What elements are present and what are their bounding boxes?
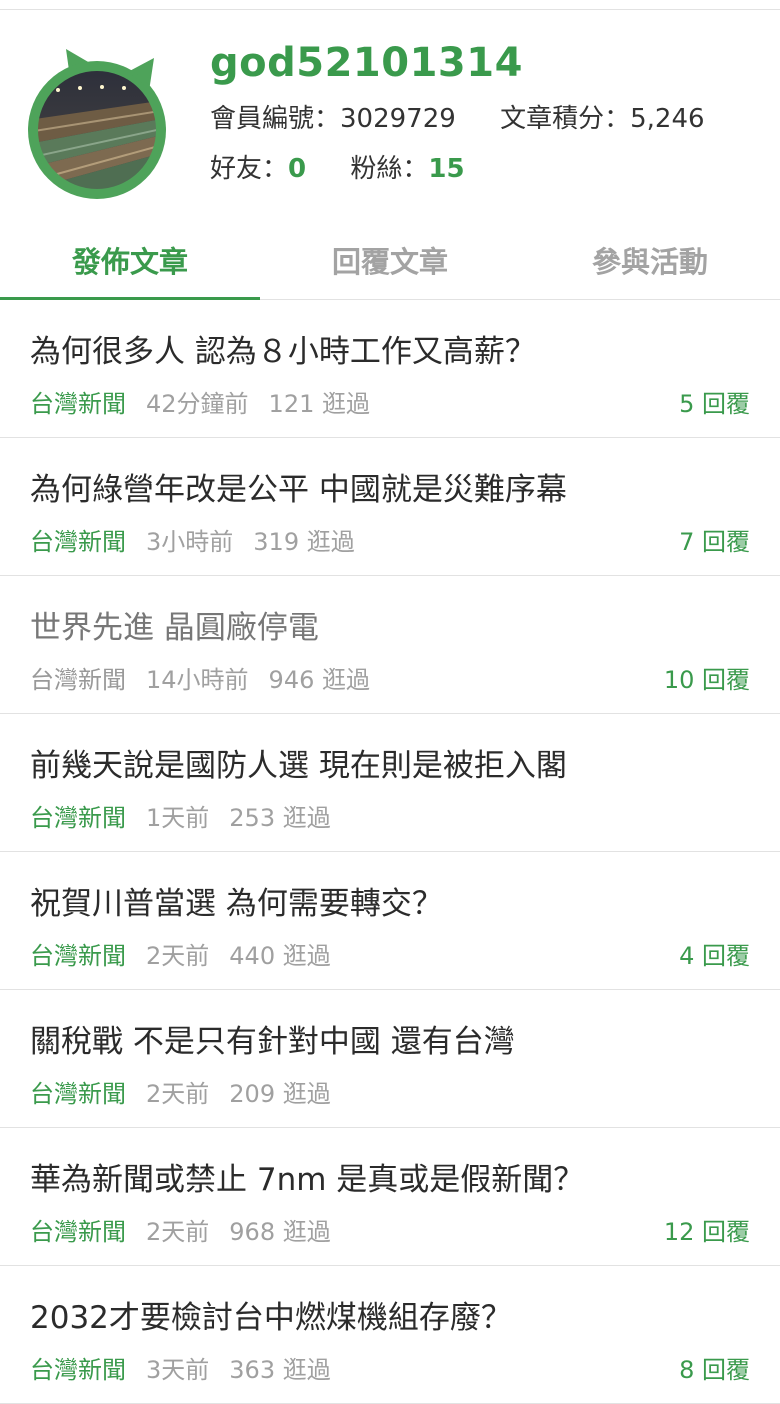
post-views: 121 逛過 bbox=[268, 390, 370, 418]
post-board[interactable]: 台灣新聞 bbox=[30, 1218, 126, 1246]
fans-stat[interactable]: 粉絲：15 bbox=[350, 148, 464, 185]
list-item[interactable]: 祝賀川普當選 為何需要轉交？ 台灣新聞 2天前 440 逛過 4 回覆 bbox=[0, 852, 780, 990]
tab-replied-posts[interactable]: 回覆文章 bbox=[260, 220, 520, 299]
tab-joined-events[interactable]: 參與活動 bbox=[520, 220, 780, 299]
profile-header: god52101314 會員編號：3029729 文章積分：5,246 好友：0… bbox=[0, 10, 780, 215]
list-item[interactable]: 華為新聞或禁止 7nm 是真或是假新聞？ 台灣新聞 2天前 968 逛過 12 回覆 bbox=[0, 1128, 780, 1266]
post-board[interactable]: 台灣新聞 bbox=[30, 1356, 126, 1384]
post-time: 42分鐘前 bbox=[146, 390, 249, 418]
avatar[interactable] bbox=[28, 40, 166, 200]
post-time: 2天前 bbox=[146, 942, 210, 970]
post-board[interactable]: 台灣新聞 bbox=[30, 942, 126, 970]
list-item[interactable]: 世界先進 晶圓廠停電 台灣新聞 14小時前 946 逛過 10 回覆 bbox=[0, 576, 780, 714]
post-meta: 台灣新聞 3小時前 319 逛過 bbox=[30, 522, 375, 557]
fans-label: 粉絲： bbox=[350, 154, 429, 184]
post-views: 440 逛過 bbox=[229, 942, 331, 970]
post-time: 2天前 bbox=[146, 1080, 210, 1108]
post-board[interactable]: 台灣新聞 bbox=[30, 804, 126, 832]
post-views: 946 逛過 bbox=[268, 666, 370, 694]
post-list: 為何很多人 認為８小時工作又高薪？ 台灣新聞 42分鐘前 121 逛過 5 回覆 為… bbox=[0, 300, 780, 1404]
post-views: 363 逛過 bbox=[229, 1356, 331, 1384]
friends-count: 0 bbox=[288, 154, 307, 184]
post-board[interactable]: 台灣新聞 bbox=[30, 390, 126, 418]
post-title[interactable]: 關稅戰 不是只有針對中國 還有台灣 bbox=[30, 1016, 515, 1061]
post-meta: 台灣新聞 2天前 968 逛過 bbox=[30, 1212, 351, 1247]
fans-count: 15 bbox=[428, 154, 465, 184]
friends-stat[interactable]: 好友：0 bbox=[210, 148, 306, 185]
post-time: 3小時前 bbox=[146, 528, 234, 556]
tab-published-posts[interactable]: 發佈文章 bbox=[0, 220, 260, 300]
post-title[interactable]: 前幾天說是國防人選 現在則是被拒入閣 bbox=[30, 740, 567, 785]
tab-bar: 發佈文章 回覆文章 參與活動 bbox=[0, 220, 780, 300]
post-replies: 5 回覆 bbox=[679, 390, 750, 418]
score-value: 5,246 bbox=[630, 104, 705, 134]
post-board[interactable]: 台灣新聞 bbox=[30, 666, 126, 694]
list-item[interactable]: 2032才要檢討台中燃煤機組存廢？ 台灣新聞 3天前 363 逛過 8 回覆 bbox=[0, 1266, 780, 1404]
score-label: 文章積分： bbox=[500, 104, 631, 134]
post-title[interactable]: 祝賀川普當選 為何需要轉交？ bbox=[30, 878, 443, 923]
post-title[interactable]: 世界先進 晶圓廠停電 bbox=[30, 602, 319, 647]
post-meta: 台灣新聞 2天前 440 逛過 bbox=[30, 936, 351, 971]
list-item[interactable]: 前幾天說是國防人選 現在則是被拒入閣 台灣新聞 1天前 253 逛過 bbox=[0, 714, 780, 852]
post-board[interactable]: 台灣新聞 bbox=[30, 1080, 126, 1108]
post-time: 2天前 bbox=[146, 1218, 210, 1246]
post-replies: 4 回覆 bbox=[679, 942, 750, 970]
friends-label: 好友： bbox=[210, 154, 289, 184]
score-stat: 文章積分：5,246 bbox=[500, 98, 704, 135]
post-title[interactable]: 為何綠營年改是公平 中國就是災難序幕 bbox=[30, 464, 567, 509]
member-id-label: 會員編號： bbox=[210, 104, 341, 134]
post-views: 319 逛過 bbox=[253, 528, 355, 556]
post-views: 209 逛過 bbox=[229, 1080, 331, 1108]
post-meta: 台灣新聞 2天前 209 逛過 bbox=[30, 1074, 351, 1109]
post-meta: 台灣新聞 1天前 253 逛過 bbox=[30, 798, 351, 833]
stats-row-social: 好友：0 粉絲：15 bbox=[210, 148, 501, 185]
avatar-photo-icon bbox=[28, 49, 166, 199]
post-replies: 10 回覆 bbox=[663, 666, 750, 694]
stats-row-primary: 會員編號：3029729 文章積分：5,246 bbox=[210, 98, 741, 135]
post-title[interactable]: 為何很多人 認為８小時工作又高薪？ bbox=[30, 326, 536, 371]
username: god52101314 bbox=[210, 40, 523, 86]
post-meta: 台灣新聞 42分鐘前 121 逛過 bbox=[30, 384, 390, 419]
post-replies: 12 回覆 bbox=[663, 1218, 750, 1246]
post-time: 14小時前 bbox=[146, 666, 249, 694]
list-item[interactable]: 為何很多人 認為８小時工作又高薪？ 台灣新聞 42分鐘前 121 逛過 5 回覆 bbox=[0, 300, 780, 438]
post-time: 1天前 bbox=[146, 804, 210, 832]
list-item[interactable]: 為何綠營年改是公平 中國就是災難序幕 台灣新聞 3小時前 319 逛過 7 回覆 bbox=[0, 438, 780, 576]
member-id-value: 3029729 bbox=[340, 104, 456, 134]
post-meta: 台灣新聞 14小時前 946 逛過 bbox=[30, 660, 390, 695]
member-id-stat: 會員編號：3029729 bbox=[210, 98, 456, 135]
post-title[interactable]: 華為新聞或禁止 7nm 是真或是假新聞？ bbox=[30, 1154, 584, 1199]
post-meta: 台灣新聞 3天前 363 逛過 bbox=[30, 1350, 351, 1385]
list-item[interactable]: 關稅戰 不是只有針對中國 還有台灣 台灣新聞 2天前 209 逛過 bbox=[0, 990, 780, 1128]
post-views: 253 逛過 bbox=[229, 804, 331, 832]
post-board[interactable]: 台灣新聞 bbox=[30, 528, 126, 556]
post-views: 968 逛過 bbox=[229, 1218, 331, 1246]
post-replies: 7 回覆 bbox=[679, 528, 750, 556]
post-time: 3天前 bbox=[146, 1356, 210, 1384]
post-replies: 8 回覆 bbox=[679, 1356, 750, 1384]
post-title[interactable]: 2032才要檢討台中燃煤機組存廢？ bbox=[30, 1292, 512, 1337]
